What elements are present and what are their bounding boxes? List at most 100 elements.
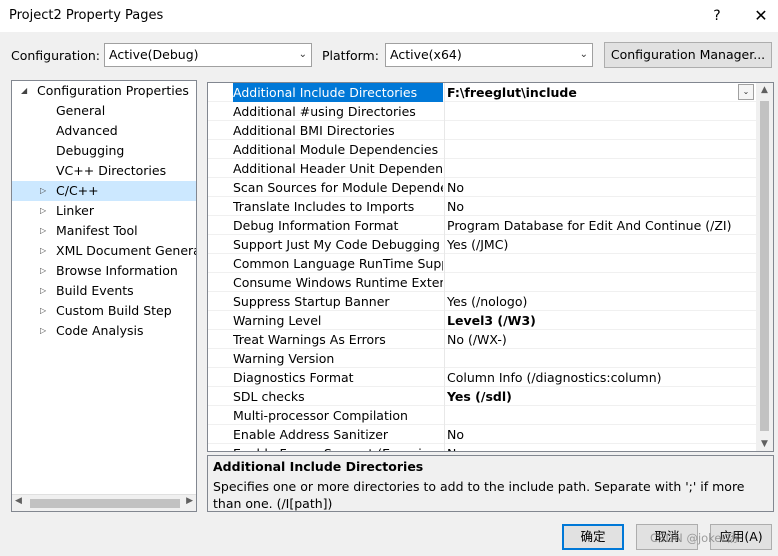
- tree-item-browse-information[interactable]: ▷ Browse Information: [12, 261, 196, 281]
- collapsed-triangle-icon[interactable]: ▷: [40, 181, 46, 201]
- scrollbar-thumb[interactable]: [760, 101, 769, 431]
- property-name: Enable Address Sanitizer: [233, 427, 389, 442]
- tree-item-label: VC++ Directories: [56, 163, 167, 178]
- property-value[interactable]: [447, 349, 756, 368]
- tree-item-vcpp-directories[interactable]: VC++ Directories: [12, 161, 196, 181]
- property-row-additional-include-directories[interactable]: Additional Include Directories F:\freegl…: [208, 83, 756, 102]
- property-value[interactable]: Level3 (/W3): [447, 311, 756, 330]
- tree-item-code-analysis[interactable]: ▷ Code Analysis: [12, 321, 196, 341]
- property-name: Additional Include Directories: [233, 83, 443, 102]
- scroll-right-icon[interactable]: ▶: [186, 496, 193, 506]
- property-tree[interactable]: ◢ Configuration Properties General Advan…: [11, 80, 197, 512]
- expanded-triangle-icon[interactable]: ◢: [21, 81, 27, 101]
- property-value[interactable]: [447, 406, 756, 425]
- property-row[interactable]: Warning Level Level3 (/W3): [208, 311, 756, 330]
- property-value[interactable]: No: [447, 444, 756, 451]
- close-button[interactable]: ✕: [745, 0, 777, 32]
- column-divider: [444, 406, 445, 425]
- property-row[interactable]: Additional Module Dependencies: [208, 140, 756, 159]
- property-value[interactable]: [447, 140, 756, 159]
- description-title: Additional Include Directories: [213, 459, 424, 474]
- property-value[interactable]: Yes (/JMC): [447, 235, 756, 254]
- configuration-dropdown[interactable]: Active(Debug) ⌄: [104, 43, 312, 67]
- tree-item-configuration-properties[interactable]: ◢ Configuration Properties: [12, 81, 196, 101]
- collapsed-triangle-icon[interactable]: ▷: [40, 221, 46, 241]
- column-divider: [444, 330, 445, 349]
- scrollbar-thumb[interactable]: [30, 499, 180, 508]
- property-row[interactable]: Enable Address Sanitizer No: [208, 425, 756, 444]
- property-value[interactable]: Column Info (/diagnostics:column): [447, 368, 756, 387]
- tree-item-linker[interactable]: ▷ Linker: [12, 201, 196, 221]
- chevron-down-icon[interactable]: ⌄: [738, 84, 754, 100]
- property-row[interactable]: Common Language RunTime Support: [208, 254, 756, 273]
- property-row[interactable]: Debug Information Format Program Databas…: [208, 216, 756, 235]
- grid-vertical-scrollbar[interactable]: ▲ ▼: [756, 83, 773, 451]
- property-row[interactable]: Suppress Startup Banner Yes (/nologo): [208, 292, 756, 311]
- configuration-manager-button[interactable]: Configuration Manager...: [604, 42, 772, 68]
- tree-item-cpp[interactable]: ▷ C/C++: [12, 181, 196, 201]
- property-value[interactable]: No: [447, 178, 756, 197]
- property-value[interactable]: No: [447, 425, 756, 444]
- property-value[interactable]: [447, 121, 756, 140]
- collapsed-triangle-icon[interactable]: ▷: [40, 261, 46, 281]
- collapsed-triangle-icon[interactable]: ▷: [40, 201, 46, 221]
- tree-item-label: Browse Information: [56, 263, 178, 278]
- property-value[interactable]: F:\freeglut\include: [447, 83, 756, 102]
- column-divider: [444, 140, 445, 159]
- scroll-up-icon[interactable]: ▲: [756, 85, 773, 95]
- property-row[interactable]: Enable Fuzzer Support (Experimental) No: [208, 444, 756, 451]
- chevron-down-icon: ⌄: [579, 49, 588, 60]
- column-divider: [444, 368, 445, 387]
- property-value[interactable]: Yes (/nologo): [447, 292, 756, 311]
- tree-item-xml-document-generator[interactable]: ▷ XML Document Generat: [12, 241, 196, 261]
- tree-horizontal-scrollbar[interactable]: ◀ ▶: [12, 494, 196, 511]
- property-value[interactable]: [447, 254, 756, 273]
- property-row[interactable]: Treat Warnings As Errors No (/WX-): [208, 330, 756, 349]
- property-row[interactable]: Scan Sources for Module Dependencies No: [208, 178, 756, 197]
- tree-item-label: General: [56, 103, 106, 118]
- property-value[interactable]: No: [447, 197, 756, 216]
- scroll-left-icon[interactable]: ◀: [15, 496, 22, 506]
- property-value[interactable]: [447, 273, 756, 292]
- property-name: Additional #using Directories: [233, 104, 416, 119]
- column-divider: [444, 83, 445, 102]
- collapsed-triangle-icon[interactable]: ▷: [40, 241, 46, 261]
- property-value[interactable]: Program Database for Edit And Continue (…: [447, 216, 756, 235]
- property-row[interactable]: Additional Header Unit Dependencies: [208, 159, 756, 178]
- tree-item-custom-build-step[interactable]: ▷ Custom Build Step: [12, 301, 196, 321]
- collapsed-triangle-icon[interactable]: ▷: [40, 281, 46, 301]
- tree-item-manifest-tool[interactable]: ▷ Manifest Tool: [12, 221, 196, 241]
- scroll-down-icon[interactable]: ▼: [756, 439, 773, 449]
- tree-item-debugging[interactable]: Debugging: [12, 141, 196, 161]
- property-row[interactable]: Support Just My Code Debugging Yes (/JMC…: [208, 235, 756, 254]
- property-row[interactable]: Additional #using Directories: [208, 102, 756, 121]
- property-value[interactable]: Yes (/sdl): [447, 387, 756, 406]
- chevron-down-icon: ⌄: [298, 49, 307, 60]
- tree-item-advanced[interactable]: Advanced: [12, 121, 196, 141]
- collapsed-triangle-icon[interactable]: ▷: [40, 321, 46, 341]
- column-divider: [444, 178, 445, 197]
- property-value[interactable]: [447, 159, 756, 178]
- property-value[interactable]: [447, 102, 756, 121]
- property-row[interactable]: Diagnostics Format Column Info (/diagnos…: [208, 368, 756, 387]
- property-grid[interactable]: Additional Include Directories F:\freegl…: [207, 82, 774, 452]
- help-button[interactable]: ?: [703, 0, 731, 32]
- tree-item-general[interactable]: General: [12, 101, 196, 121]
- property-row[interactable]: Warning Version: [208, 349, 756, 368]
- property-value[interactable]: No (/WX-): [447, 330, 756, 349]
- property-row[interactable]: Consume Windows Runtime Extension: [208, 273, 756, 292]
- collapsed-triangle-icon[interactable]: ▷: [40, 301, 46, 321]
- ok-button[interactable]: 确定: [562, 524, 624, 550]
- property-row[interactable]: Additional BMI Directories: [208, 121, 756, 140]
- column-divider: [444, 273, 445, 292]
- column-divider: [444, 197, 445, 216]
- tree-item-label: Custom Build Step: [56, 303, 172, 318]
- tree-item-label: Build Events: [56, 283, 134, 298]
- property-row[interactable]: SDL checks Yes (/sdl): [208, 387, 756, 406]
- tree-item-label: Advanced: [56, 123, 118, 138]
- property-row[interactable]: Multi-processor Compilation: [208, 406, 756, 425]
- property-row[interactable]: Translate Includes to Imports No: [208, 197, 756, 216]
- tree-item-build-events[interactable]: ▷ Build Events: [12, 281, 196, 301]
- platform-dropdown[interactable]: Active(x64) ⌄: [385, 43, 593, 67]
- column-divider: [444, 254, 445, 273]
